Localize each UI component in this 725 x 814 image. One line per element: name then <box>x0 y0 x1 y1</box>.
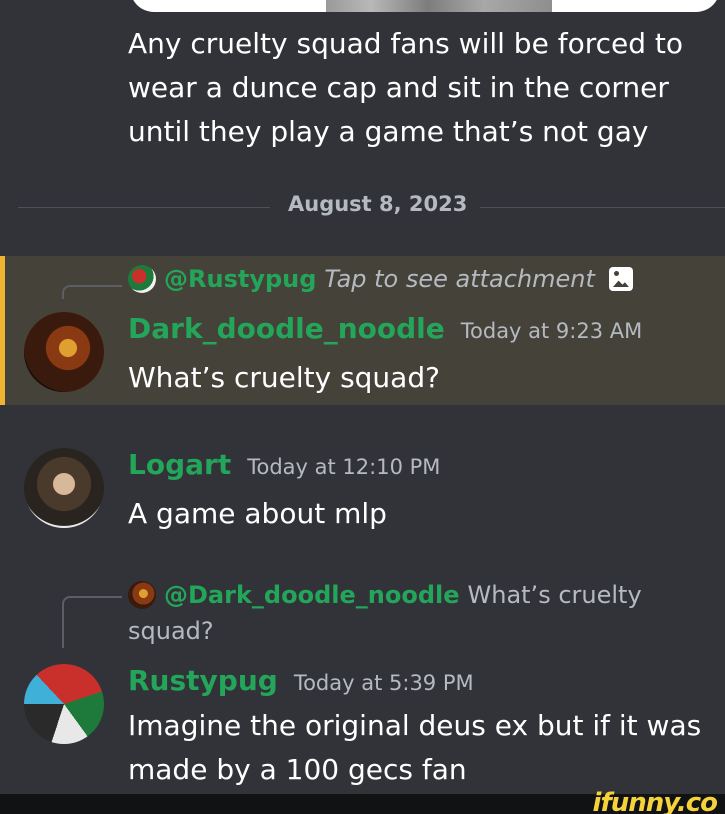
reply-preview[interactable]: What’s cruelty <box>468 581 642 609</box>
date-label: August 8, 2023 <box>288 192 468 216</box>
reply-connector <box>62 596 122 648</box>
message-text: A game about mlp <box>128 497 387 530</box>
timestamp: Today at 5:39 PM <box>293 671 474 695</box>
message-text: What’s cruelty squad? <box>128 361 440 394</box>
message-header: Rustypug Today at 5:39 PM <box>128 664 474 697</box>
message-text: Imagine the original deus ex but if it w… <box>128 709 702 786</box>
divider-line-right <box>480 207 725 208</box>
reply-preview-continued[interactable]: squad? <box>128 614 214 648</box>
rustypug-mini-avatar <box>128 265 156 293</box>
reply-connector <box>62 285 122 299</box>
timestamp: Today at 9:23 AM <box>460 319 643 343</box>
reply-preview[interactable]: Tap to see attachment <box>324 265 595 293</box>
username[interactable]: Dark_doodle_noodle <box>128 312 445 345</box>
image-icon <box>608 267 633 291</box>
username[interactable]: Logart <box>128 448 231 481</box>
username[interactable]: Rustypug <box>128 664 278 697</box>
dark-doodle-noodle-mini-avatar <box>128 581 156 609</box>
message-text: Any cruelty squad fans will be forced to… <box>128 27 683 148</box>
image-attachment-content <box>326 0 552 12</box>
watermark-bar: ifunny.co <box>0 788 725 814</box>
avatar-dark-doodle-noodle[interactable] <box>24 312 104 392</box>
avatar-logart[interactable] <box>24 448 104 528</box>
reply-reference[interactable]: @Dark_doodle_noodle What’s cruelty <box>128 578 642 612</box>
date-divider: August 8, 2023 <box>18 190 725 224</box>
message-header: Logart Today at 12:10 PM <box>128 448 440 481</box>
timestamp: Today at 12:10 PM <box>247 455 441 479</box>
reply-mention[interactable]: @Dark_doodle_noodle <box>164 581 460 609</box>
reply-mention[interactable]: @Rustypug <box>164 265 316 293</box>
avatar-rustypug[interactable] <box>24 664 104 744</box>
image-attachment[interactable] <box>130 0 720 12</box>
message-header: Dark_doodle_noodle Today at 9:23 AM <box>128 312 642 345</box>
reply-reference[interactable]: @Rustypug Tap to see attachment <box>128 262 633 296</box>
divider-line-left <box>18 207 270 208</box>
ifunny-watermark: ifunny.co <box>592 788 718 814</box>
